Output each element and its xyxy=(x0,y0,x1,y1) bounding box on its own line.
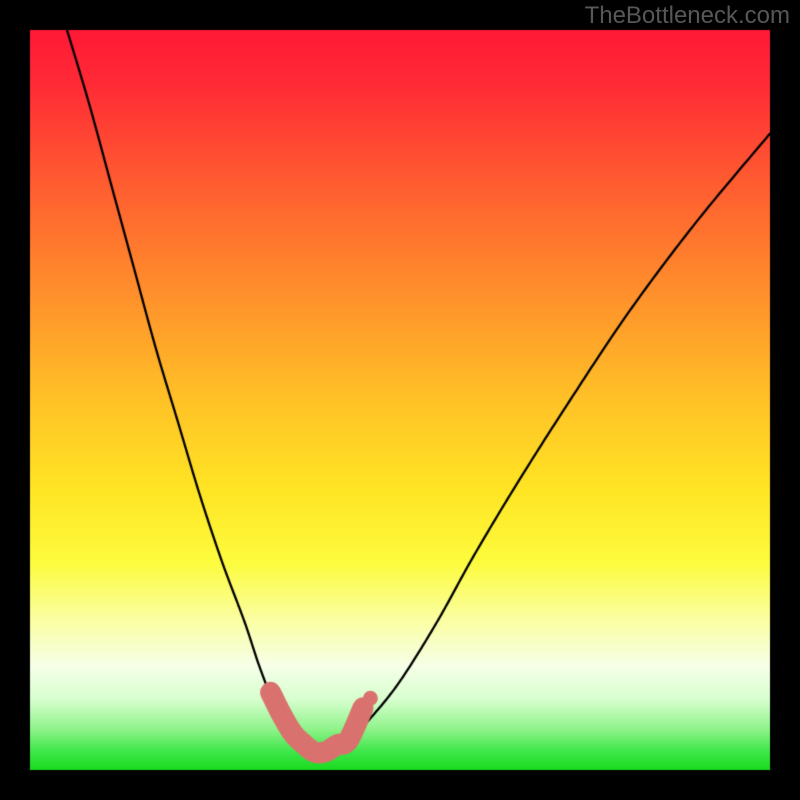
chart-container: TheBottleneck.com xyxy=(0,0,800,800)
watermark-label: TheBottleneck.com xyxy=(585,2,790,30)
bottleneck-chart-canvas xyxy=(0,0,800,800)
